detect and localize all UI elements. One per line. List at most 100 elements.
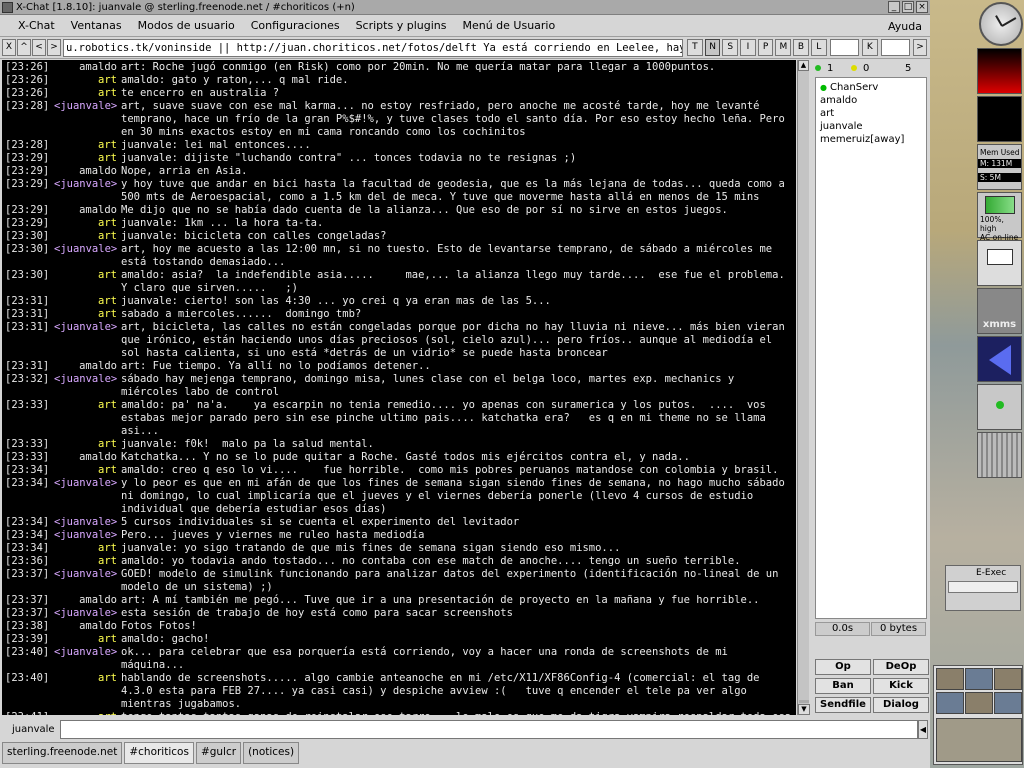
chat-nick[interactable]: <juanvale> [54,607,121,620]
mode-n-toggle[interactable]: N [704,39,721,56]
user-list-item[interactable]: juanvale [820,120,926,133]
mode-b-toggle[interactable]: B [793,39,809,56]
title-bar[interactable]: X-Chat [1.8.10]: juanvale @ sterling.fre… [0,0,930,15]
chat-nick[interactable]: amaldo [54,451,121,464]
tab-notices[interactable]: (notices) [243,742,300,764]
tab-choriticos[interactable]: #choriticos [124,742,194,764]
op-button[interactable]: Op [815,659,871,675]
desktop-cell[interactable] [965,692,993,714]
chat-nick[interactable]: art [54,438,121,451]
chat-nick[interactable]: art [54,399,121,438]
key-input[interactable] [880,39,910,56]
mail-dockapp[interactable] [977,240,1022,286]
chat-nick[interactable]: art [54,711,121,715]
mode-l-toggle[interactable]: L [810,39,827,56]
next-tab-button[interactable]: > [47,39,61,56]
pager-dockapp[interactable] [977,336,1022,382]
close-button[interactable]: × [916,1,928,13]
chat-nick[interactable]: <juanvale> [54,477,121,516]
menu-ayuda[interactable]: Ayuda [888,20,922,33]
chat-nick[interactable]: <juanvale> [54,321,121,360]
desktop-pager[interactable] [933,665,1023,765]
chat-nick[interactable]: <juanvale> [54,646,121,672]
desktop-cell[interactable] [965,668,993,690]
chat-nick[interactable]: amaldo [54,165,121,178]
mode-t-toggle[interactable]: T [687,39,703,56]
mode-i-toggle[interactable]: I [740,39,756,56]
desktop-cell[interactable] [994,668,1022,690]
chat-nick[interactable]: amaldo [54,620,121,633]
hide-userlist-button[interactable]: > [912,39,927,56]
prev-tab-button[interactable]: < [32,39,46,56]
chat-nick[interactable]: art [54,672,121,711]
user-list-item[interactable]: art [820,107,926,120]
scroll-down-arrow[interactable]: ▼ [798,704,810,715]
close-tab-button[interactable]: X [2,39,16,56]
menu-modos-de-usuario[interactable]: Modos de usuario [130,19,243,32]
chat-nick[interactable]: amaldo [54,204,121,217]
chat-nick[interactable]: <juanvale> [54,373,121,399]
ban-button[interactable]: Ban [815,678,871,694]
desktop-cell[interactable] [936,692,964,714]
chat-nick[interactable]: <juanvale> [54,568,121,594]
chat-nick[interactable]: art [54,295,121,308]
input-scroll-arrow[interactable]: ◀ [918,719,928,739]
minimize-button[interactable]: _ [888,1,900,13]
mode-p-toggle[interactable]: P [757,39,774,56]
scroll-up-arrow[interactable]: ▲ [798,60,809,71]
volume-dockapp[interactable] [977,384,1022,430]
user-list[interactable]: ● ChanServ amaldo art juanvale memeruiz[away] [815,77,927,619]
chat-nick[interactable]: art [54,217,121,230]
chat-nick[interactable]: art [54,542,121,555]
menu-menu-de-usuario[interactable]: Menú de Usuario [454,19,563,32]
chat-text-area[interactable]: [23:26] amaldo art: Roche jugó conmigo (en… [2,60,796,715]
chat-nick[interactable]: art [54,74,121,87]
tab-gulcr[interactable]: #gulcr [195,742,242,764]
chat-nick[interactable]: art [54,230,121,243]
chat-nick[interactable]: art [54,87,121,100]
chat-nick[interactable]: amaldo [54,61,121,74]
window-menu-icon[interactable] [2,2,13,13]
topic-input[interactable]: u.robotics.tk/voninside || http://juan.c… [63,38,684,57]
chat-nick[interactable]: art [54,464,121,477]
chat-nick[interactable]: <juanvale> [54,178,121,204]
maximize-button[interactable]: □ [902,1,914,13]
chat-nick[interactable]: art [54,308,121,321]
chat-scrollbar[interactable]: ▲ ▼ [797,60,810,715]
eexec-input[interactable] [948,581,1018,593]
desktop-cell[interactable] [936,668,964,690]
desktop-cell[interactable] [994,692,1022,714]
user-list-item[interactable]: memeruiz[away] [820,133,926,146]
chat-nick[interactable]: <juanvale> [54,243,121,269]
desktop-cell[interactable] [936,718,1022,762]
detach-tab-button[interactable]: ^ [17,39,31,56]
kick-button[interactable]: Kick [873,678,929,694]
chat-nick[interactable]: amaldo [54,594,121,607]
menu-xchat[interactable]: X-Chat [10,19,63,32]
user-list-item[interactable]: ● ChanServ [820,81,926,94]
chat-nick[interactable]: art [54,269,121,295]
chat-nick[interactable]: art [54,139,121,152]
chat-nick[interactable]: <juanvale> [54,529,121,542]
chat-nick[interactable]: art [54,555,121,568]
chat-nick[interactable]: amaldo [54,360,121,373]
tab-sterling-freenode-net[interactable]: sterling.freenode.net [2,742,123,764]
user-list-item[interactable]: amaldo [820,94,926,107]
menu-configuraciones[interactable]: Configuraciones [243,19,348,32]
nick-button[interactable]: juanvale [2,724,60,735]
mode-s-toggle[interactable]: S [722,39,739,56]
menu-ventanas[interactable]: Ventanas [63,19,130,32]
deop-button[interactable]: DeOp [873,659,929,675]
mode-m-toggle[interactable]: M [775,39,792,56]
chat-nick[interactable]: <juanvale> [54,100,121,139]
eexec-dockapp[interactable]: E-Exec [945,565,1021,611]
scroll-thumb[interactable] [799,700,809,703]
mixer-dockapp[interactable] [977,432,1022,478]
message-input[interactable] [60,719,918,739]
sendfile-button[interactable]: Sendfile [815,697,871,713]
dialog-button[interactable]: Dialog [873,697,929,713]
mode-k-toggle[interactable]: K [861,39,878,56]
chat-nick[interactable]: art [54,633,121,646]
limit-input[interactable] [829,39,859,56]
chat-nick[interactable]: art [54,152,121,165]
